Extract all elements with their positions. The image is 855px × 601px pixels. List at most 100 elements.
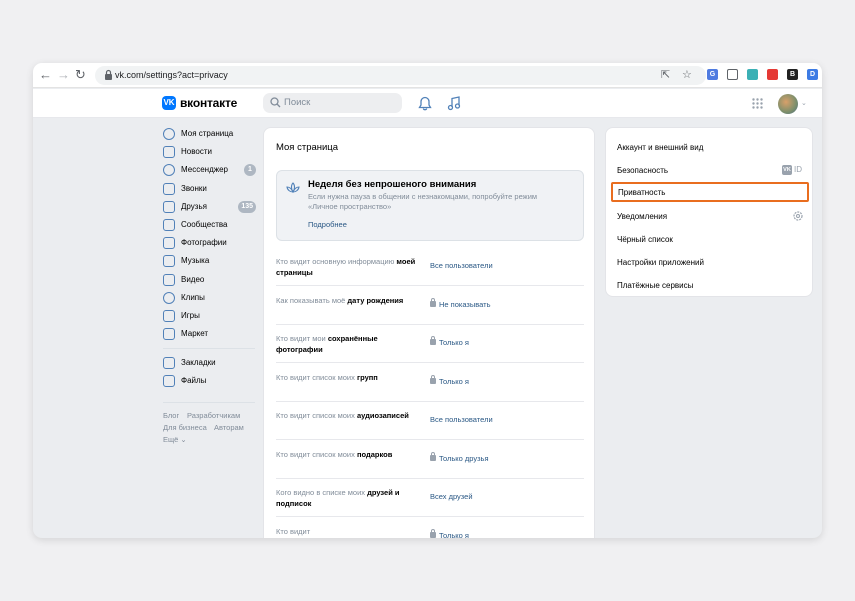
- banner-more-link[interactable]: Подробнее: [308, 220, 347, 230]
- privacy-row-label-text: Кто видит список моих: [276, 449, 357, 459]
- bold-extension-icon[interactable]: B: [787, 69, 798, 80]
- settings-nav-label: Чёрный список: [617, 235, 673, 244]
- privacy-value-dropdown[interactable]: Только друзья: [430, 451, 489, 464]
- settings-nav-label: Платёжные сервисы: [617, 281, 694, 290]
- sidebar-item-label: Музыка: [181, 256, 210, 266]
- vk-logo-icon[interactable]: VK: [162, 96, 176, 110]
- share-icon[interactable]: ⇱: [661, 69, 670, 82]
- lock-icon: [430, 297, 436, 307]
- privacy-row: Кто видит список моих подарков Только дру…: [276, 440, 584, 479]
- clips-icon: [163, 291, 175, 304]
- sidebar-item[interactable]: Игры: [163, 308, 258, 324]
- wrench-extension-icon[interactable]: [727, 69, 738, 80]
- privacy-row-label-text: Кто видит: [276, 526, 311, 536]
- settings-nav-item[interactable]: Настройки приложений: [606, 252, 812, 272]
- menu-divider: [163, 348, 255, 349]
- footer-link-developers[interactable]: Разработчикам: [187, 411, 240, 421]
- footer-link-business[interactable]: Для бизнеса: [163, 423, 207, 433]
- chevron-down-icon[interactable]: ⌄: [801, 100, 807, 108]
- back-arrow-icon[interactable]: ←: [39, 67, 52, 83]
- lock-icon[interactable]: [103, 69, 114, 81]
- sidebar-item[interactable]: Видео: [163, 272, 258, 288]
- sidebar-item[interactable]: Маркет: [163, 326, 258, 342]
- sidebar-item[interactable]: Мессенджер 1: [163, 162, 258, 178]
- privacy-value-dropdown[interactable]: Не показывать: [430, 297, 491, 310]
- privacy-value-dropdown[interactable]: Только я: [430, 336, 469, 348]
- avatar[interactable]: [778, 94, 798, 114]
- sidebar-item-label: Клипы: [181, 292, 205, 302]
- apps-grid-icon[interactable]: [752, 98, 763, 109]
- address-bar[interactable]: vk.com/settings?act=privacy ⇱ ☆: [95, 66, 706, 85]
- bell-icon[interactable]: [418, 96, 432, 111]
- sidebar-item-label: Файлы: [181, 376, 207, 386]
- settings-nav-item[interactable]: Аккаунт и внешний вид: [606, 137, 812, 157]
- sidebar-item[interactable]: Фотографии: [163, 235, 258, 251]
- privacy-settings-card: Моя страница Неделя без непрошеного вним…: [263, 127, 595, 538]
- banner-title: Неделя без непрошеного внимания: [308, 179, 477, 190]
- settings-nav-label: Настройки приложений: [617, 258, 704, 267]
- privacy-row: Кто видит Только я: [276, 517, 584, 539]
- sidebar-item[interactable]: Новости: [163, 144, 258, 160]
- privacy-row-label-text: Кто видит список моих: [276, 411, 357, 420]
- sidebar-item[interactable]: Музыка: [163, 253, 258, 269]
- privacy-row-label-text: Кого видно в списке моих: [276, 488, 368, 497]
- privacy-value-dropdown[interactable]: Все пользователи: [430, 261, 493, 271]
- footer-link-authors[interactable]: Авторам: [214, 423, 244, 433]
- sidebar-item[interactable]: Сообщества: [163, 217, 258, 233]
- music-icon: [163, 255, 175, 268]
- sidebar-item-label: Маркет: [181, 329, 209, 339]
- sidebar-item[interactable]: Друзья 135: [163, 199, 258, 215]
- sidebar-item[interactable]: Закладки: [163, 355, 258, 371]
- star-icon[interactable]: ☆: [682, 69, 692, 82]
- gear-icon[interactable]: [793, 211, 803, 221]
- translate-extension-icon[interactable]: G: [707, 69, 718, 80]
- forward-arrow-icon[interactable]: →: [57, 67, 70, 83]
- friends-icon: [163, 200, 175, 213]
- privacy-value-dropdown[interactable]: Только я: [430, 374, 469, 387]
- reload-icon[interactable]: ↻: [75, 67, 86, 83]
- settings-nav: Аккаунт и внешний вид Безопасность VK ID При…: [605, 127, 813, 297]
- privacy-row: Кто видит основную информацию моей стран…: [276, 247, 584, 286]
- settings-nav-item[interactable]: Уведомления: [606, 206, 812, 226]
- message-icon: [163, 164, 175, 177]
- privacy-value-text: Не показывать: [439, 299, 491, 309]
- settings-nav-item[interactable]: Безопасность VK ID: [606, 160, 812, 180]
- counter-badge: 1: [244, 164, 256, 177]
- menu-divider: [163, 402, 255, 403]
- settings-nav-item[interactable]: Приватность: [611, 182, 809, 202]
- settings-nav-item[interactable]: Чёрный список: [606, 229, 812, 249]
- vk-brand[interactable]: вконтакте: [180, 96, 237, 110]
- sidebar-item[interactable]: Клипы: [163, 290, 258, 306]
- doc-extension-icon[interactable]: D: [807, 69, 818, 80]
- sidebar-item[interactable]: Звонки: [163, 181, 258, 197]
- privacy-row-label-text: Кто видит мои: [276, 334, 328, 343]
- settings-nav-item[interactable]: Платёжные сервисы: [606, 275, 812, 295]
- privacy-row-label-text: Как показывать моё: [276, 295, 348, 305]
- pokeball-extension-icon[interactable]: [767, 69, 778, 80]
- privacy-value-dropdown[interactable]: Все пользователи: [430, 415, 493, 425]
- search-input[interactable]: Поиск: [263, 93, 402, 113]
- privacy-value-dropdown[interactable]: Всех друзей: [430, 492, 473, 502]
- sidebar-item[interactable]: Моя страница: [163, 126, 258, 142]
- files-icon: [163, 375, 175, 388]
- sidebar-item-label: Сообщества: [181, 220, 228, 229]
- sidebar-item[interactable]: Файлы: [163, 373, 258, 389]
- games-icon: [163, 310, 175, 322]
- footer-link-more[interactable]: Ещё ⌄: [163, 435, 187, 445]
- browser-window: ← → ↻ vk.com/settings?act=privacy ⇱ ☆ G B…: [33, 63, 822, 538]
- privacy-row-label: Кто видит список моих подарков: [276, 449, 424, 460]
- search-icon: [270, 97, 281, 108]
- puzzle-extension-icon[interactable]: [747, 69, 758, 80]
- privacy-row-label-subject: подарков: [356, 449, 393, 459]
- sidebar-item-label: Игры: [181, 311, 200, 320]
- music-note-icon[interactable]: [447, 96, 461, 111]
- privacy-row-label: Кто видит основную информацию моей стран…: [276, 256, 424, 278]
- settings-nav-label: Уведомления: [617, 212, 668, 221]
- user-circle-icon: [163, 128, 175, 140]
- privacy-row-label: Как показывать моё дату рождения: [276, 295, 424, 306]
- vk-id-text: ID: [794, 165, 802, 174]
- footer-link-blog[interactable]: Блог: [163, 411, 179, 421]
- privacy-row-label-text: Кто видит основную информацию: [276, 257, 397, 266]
- privacy-value-dropdown[interactable]: Только я: [430, 528, 469, 538]
- vk-id-box: VK: [782, 165, 792, 175]
